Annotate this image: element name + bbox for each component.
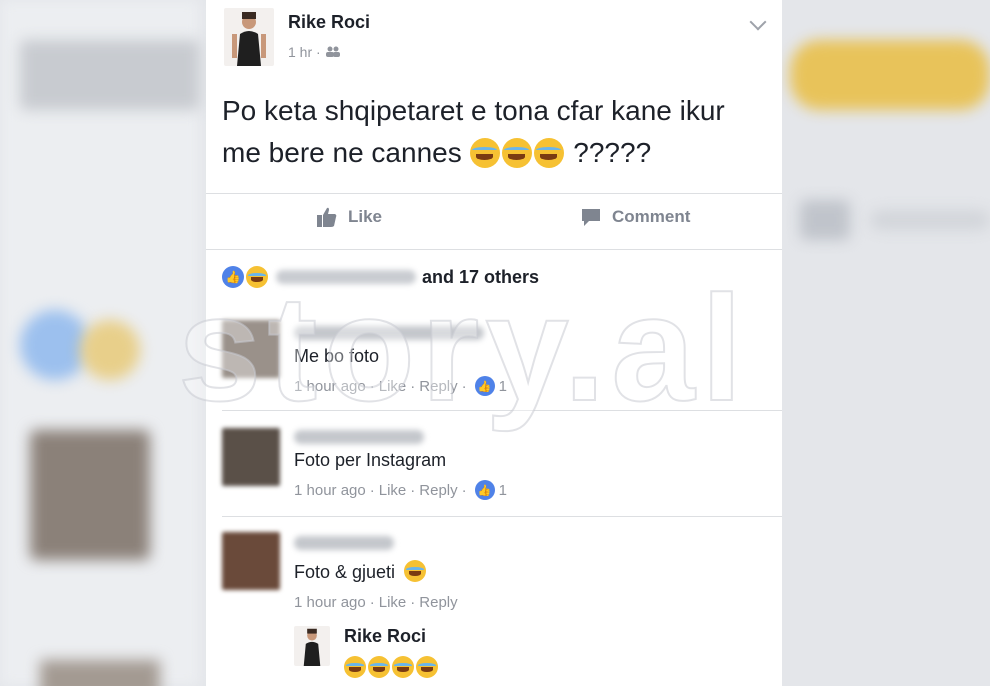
meta-separator: · (369, 481, 375, 499)
comment-reply-link[interactable]: Reply (419, 594, 457, 611)
reply-item: Rike Roci (206, 620, 782, 686)
post-options-chevron-icon[interactable] (749, 13, 767, 31)
comment-meta: 1 hour ago · Like · Reply · 👍 1 (294, 480, 507, 500)
reply-author-name[interactable]: Rike Roci (344, 626, 426, 647)
divider (206, 193, 782, 194)
comment-meta: 1 hour ago · Like · Reply (294, 594, 458, 611)
thumbs-up-icon (317, 207, 337, 227)
laughing-emoji-icon (469, 138, 500, 168)
person-figure-icon (303, 628, 321, 666)
blurred-commenter-name (294, 536, 394, 550)
comment-time[interactable]: 1 hour ago (294, 482, 366, 499)
comment-body: Foto & gjueti (294, 562, 396, 582)
comment-like-count-icon: 👍 (474, 480, 495, 500)
divider (206, 249, 782, 250)
meta-separator: · (316, 44, 325, 60)
reply-emojis (344, 656, 440, 679)
comment-reply-link[interactable]: Reply (419, 482, 457, 499)
reply-author-avatar[interactable] (294, 626, 330, 666)
meta-separator: · (461, 481, 467, 499)
post-meta: 1 hr · (288, 44, 341, 60)
commenter-avatar[interactable] (222, 532, 280, 590)
meta-separator: · (369, 594, 375, 611)
divider (222, 516, 782, 517)
author-avatar[interactable] (224, 8, 274, 66)
comment-button[interactable]: Comment (580, 206, 690, 228)
laughing-emoji-icon (392, 656, 414, 678)
laughing-emoji-icon (533, 138, 564, 168)
post-question-marks: ????? (573, 137, 652, 168)
like-label: Like (348, 207, 383, 226)
post-author-name[interactable]: Rike Roci (288, 12, 370, 33)
watermark: story.al (177, 263, 749, 433)
laughing-emoji-icon (501, 138, 532, 168)
person-figure-icon (232, 12, 266, 66)
comment-like-link[interactable]: Like (379, 594, 407, 611)
laughing-emoji-icon (344, 656, 366, 678)
like-button[interactable]: Like (316, 206, 382, 228)
meta-separator: · (410, 481, 416, 499)
friends-icon (325, 46, 340, 57)
laughing-emoji-icon (416, 656, 438, 678)
post-text: Po keta shqipetaret e tona cfar kane iku… (222, 90, 770, 174)
commenter-avatar[interactable] (222, 428, 280, 486)
comment-like-link[interactable]: Like (379, 482, 407, 499)
laughing-emoji-icon (368, 656, 390, 678)
post-time[interactable]: 1 hr (288, 44, 312, 60)
comment-like-count: 1 (498, 481, 507, 499)
comment-text: Foto & gjueti (294, 560, 428, 583)
comment-item: Foto & gjueti 1 hour ago · Like · Reply (206, 518, 782, 628)
comment-text: Foto per Instagram (294, 450, 447, 470)
comment-label: Comment (612, 207, 691, 226)
tongue-wink-emoji-icon (404, 560, 427, 582)
meta-separator: · (410, 594, 416, 611)
comment-time[interactable]: 1 hour ago (294, 594, 366, 611)
comment-bubble-icon (582, 209, 600, 226)
